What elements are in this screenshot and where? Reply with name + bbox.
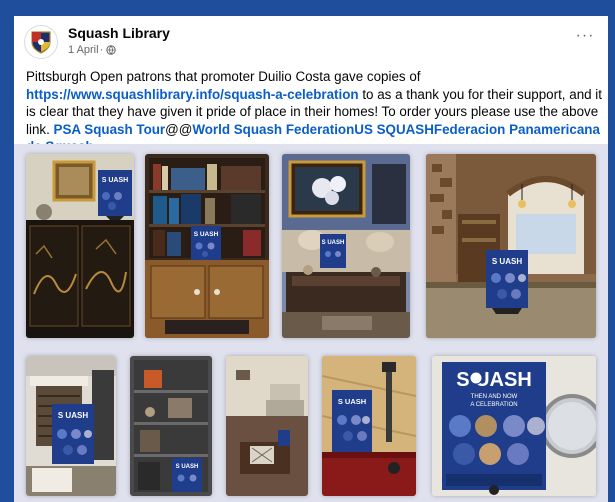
book-cover-subtitle-line2: A CELEBRATION bbox=[470, 402, 517, 408]
photo-5[interactable]: S UASH bbox=[26, 356, 116, 496]
book-cover-title: S UASH bbox=[322, 240, 345, 246]
book-cover-title: S UASH bbox=[102, 177, 128, 184]
tag-psa-squash-tour[interactable]: PSA Squash Tour bbox=[54, 122, 166, 137]
post-text-intro: Pittsburgh Open patrons that promoter Du… bbox=[26, 69, 421, 84]
post-meta: 1 April · bbox=[68, 44, 116, 56]
tag-world-squash-federation[interactable]: World Squash Federation bbox=[192, 122, 354, 137]
photo-4[interactable]: S UASH bbox=[426, 154, 596, 338]
book-cover-subtitle-line1: THEN AND NOW bbox=[471, 394, 518, 400]
book-cover-title: S UASH bbox=[176, 464, 199, 470]
photo-9[interactable]: S UASH THEN AND NOW A CELEBRATION bbox=[432, 356, 596, 496]
book-cover-title: S UASH bbox=[492, 257, 522, 266]
photo-1[interactable]: S UASH bbox=[26, 154, 134, 338]
more-photos-overlay bbox=[432, 482, 596, 496]
more-options-button[interactable]: ··· bbox=[572, 26, 598, 46]
book-cover-full-title: S UASH bbox=[456, 369, 532, 391]
more-icon: ··· bbox=[575, 27, 595, 44]
photo-6[interactable]: S UASH bbox=[130, 356, 212, 496]
book-cover-title: S UASH bbox=[58, 411, 88, 420]
page-avatar[interactable] bbox=[24, 25, 58, 59]
book-cover-title: S UASH bbox=[194, 231, 219, 238]
post-text-at: @@ bbox=[165, 121, 193, 137]
tag-us-squash[interactable]: US SQUASH bbox=[354, 122, 434, 137]
shield-logo-icon bbox=[31, 31, 51, 54]
photo-7[interactable] bbox=[226, 356, 308, 496]
photo-gallery: S UASH S UASH S UASH S UASH S UASH S UAS… bbox=[14, 144, 608, 502]
meta-separator: · bbox=[99, 44, 104, 56]
globe-icon bbox=[106, 45, 116, 55]
photo-2[interactable]: S UASH bbox=[145, 154, 269, 338]
photo-8[interactable]: S UASH bbox=[322, 356, 416, 496]
post-date[interactable]: 1 April bbox=[68, 44, 99, 56]
post-text: Pittsburgh Open patrons that promoter Du… bbox=[26, 68, 602, 156]
photo-3[interactable]: S UASH bbox=[282, 154, 410, 338]
post-card: Squash Library 1 April · ··· Pittsburgh … bbox=[14, 16, 608, 502]
page-name[interactable]: Squash Library bbox=[68, 25, 170, 41]
book-link[interactable]: https://www.squashlibrary.info/squash-a-… bbox=[26, 87, 359, 102]
post-header: Squash Library 1 April · ··· bbox=[14, 16, 608, 60]
book-cover-title: S UASH bbox=[338, 397, 366, 406]
